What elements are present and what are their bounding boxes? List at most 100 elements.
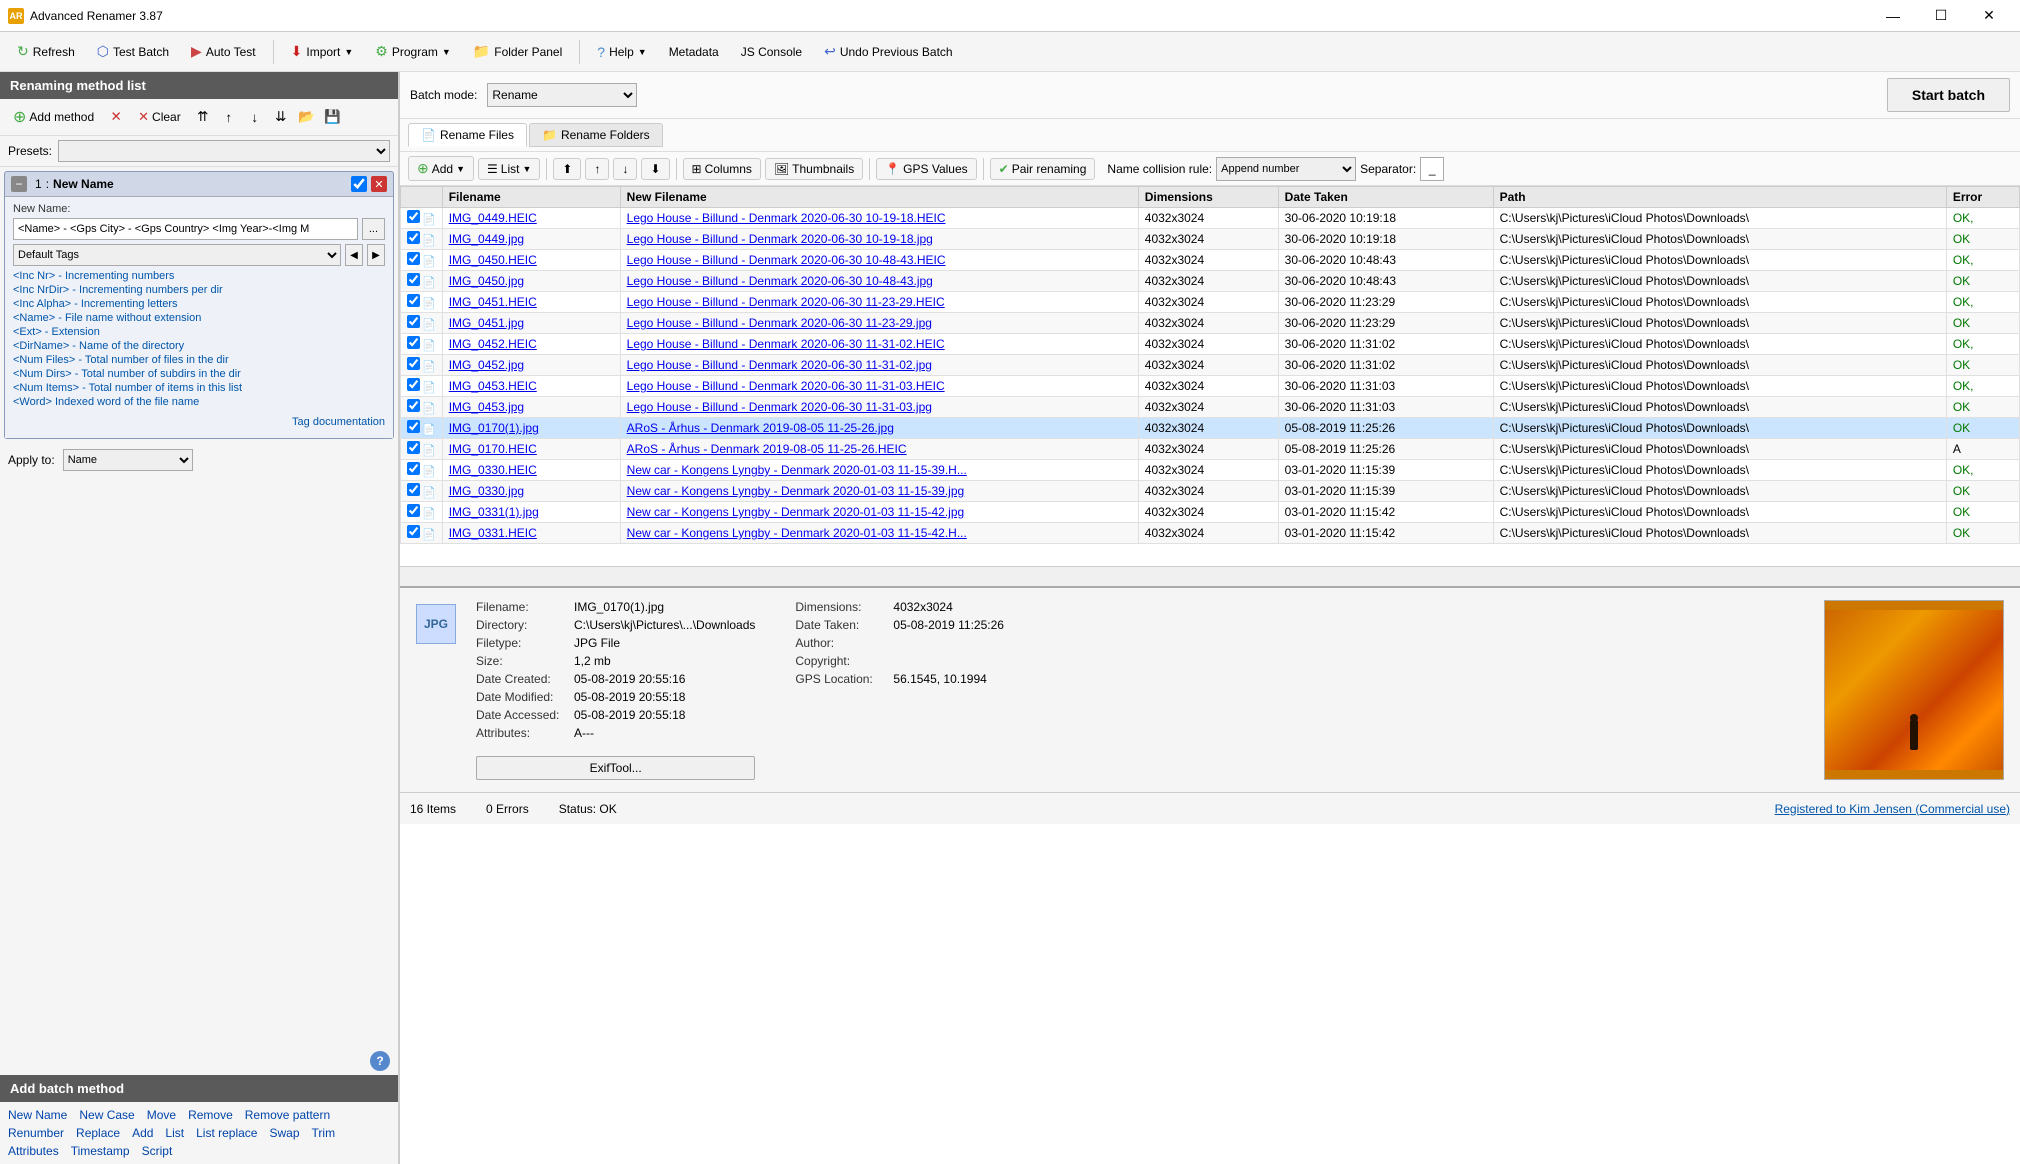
gps-values-button[interactable]: 📍 GPS Values	[876, 158, 976, 180]
move-bottom-button[interactable]: ⇊	[270, 106, 292, 128]
col-path[interactable]: Path	[1493, 187, 1946, 208]
table-row[interactable]: 📄IMG_0331.HEICNew car - Kongens Lyngby -…	[401, 523, 2020, 544]
row-filename[interactable]: IMG_0450.jpg	[442, 271, 620, 292]
delete-method-button[interactable]: ✕	[105, 106, 127, 128]
table-row[interactable]: 📄IMG_0449.jpgLego House - Billund - Denm…	[401, 229, 2020, 250]
new-name-input[interactable]	[13, 218, 358, 240]
batch-remove-pattern[interactable]: Remove pattern	[245, 1108, 330, 1122]
new-filename-link[interactable]: Lego House - Billund - Denmark 2020-06-3…	[627, 232, 933, 246]
batch-replace[interactable]: Replace	[76, 1126, 120, 1140]
tag-link-1[interactable]: <Inc NrDir> - Incrementing numbers per d…	[13, 284, 385, 296]
move-up-button[interactable]: ↑	[218, 106, 240, 128]
new-filename-link[interactable]: Lego House - Billund - Denmark 2020-06-3…	[627, 400, 932, 414]
thumbnails-button[interactable]: 🖼 Thumbnails	[765, 158, 863, 180]
filename-link[interactable]: IMG_0451.jpg	[449, 316, 524, 330]
registered-link[interactable]: Registered to Kim Jensen (Commercial use…	[1775, 802, 2010, 816]
row-filename[interactable]: IMG_0453.jpg	[442, 397, 620, 418]
clear-button[interactable]: ✕ Clear	[131, 105, 188, 129]
row-filename[interactable]: IMG_0453.HEIC	[442, 376, 620, 397]
row-filename[interactable]: IMG_0450.HEIC	[442, 250, 620, 271]
tag-link-0[interactable]: <Inc Nr> - Incrementing numbers	[13, 270, 385, 282]
collision-select[interactable]: Append number Skip Overwrite	[1216, 157, 1356, 181]
tab-rename-folders[interactable]: 📁 Rename Folders	[529, 123, 663, 147]
exif-tool-button[interactable]: ExifTool...	[476, 756, 755, 780]
batch-list[interactable]: List	[165, 1126, 184, 1140]
batch-remove[interactable]: Remove	[188, 1108, 233, 1122]
row-filename[interactable]: IMG_0449.HEIC	[442, 208, 620, 229]
row-new-filename[interactable]: New car - Kongens Lyngby - Denmark 2020-…	[620, 481, 1138, 502]
move-top-button[interactable]: ⇈	[192, 106, 214, 128]
row-checkbox[interactable]	[407, 462, 420, 475]
tag-link-2[interactable]: <Inc Alpha> - Incrementing letters	[13, 298, 385, 310]
row-checkbox[interactable]	[407, 231, 420, 244]
batch-attributes[interactable]: Attributes	[8, 1144, 59, 1158]
row-filename[interactable]: IMG_0451.jpg	[442, 313, 620, 334]
batch-script[interactable]: Script	[142, 1144, 173, 1158]
tag-documentation-link[interactable]: Tag documentation	[13, 416, 385, 428]
move-top-button[interactable]: ⬆	[553, 158, 581, 180]
maximize-button[interactable]: ☐	[1918, 1, 1964, 31]
new-name-menu-button[interactable]: ...	[362, 218, 385, 240]
row-checkbox[interactable]	[407, 420, 420, 433]
filename-link[interactable]: IMG_0330.HEIC	[449, 463, 537, 477]
row-filename[interactable]: IMG_0452.HEIC	[442, 334, 620, 355]
batch-new-case[interactable]: New Case	[79, 1108, 134, 1122]
new-filename-link[interactable]: New car - Kongens Lyngby - Denmark 2020-…	[627, 463, 967, 477]
undo-button[interactable]: ↩ Undo Previous Batch	[815, 39, 961, 64]
table-row[interactable]: 📄IMG_0450.HEICLego House - Billund - Den…	[401, 250, 2020, 271]
filename-link[interactable]: IMG_0450.jpg	[449, 274, 524, 288]
metadata-button[interactable]: Metadata	[660, 41, 728, 63]
start-batch-button[interactable]: Start batch	[1887, 78, 2010, 112]
row-checkbox[interactable]	[407, 504, 420, 517]
filename-link[interactable]: IMG_0331.HEIC	[449, 526, 537, 540]
row-checkbox[interactable]	[407, 315, 420, 328]
new-filename-link[interactable]: Lego House - Billund - Denmark 2020-06-3…	[627, 295, 945, 309]
pair-renaming-button[interactable]: ✔ Pair renaming	[990, 158, 1096, 180]
row-checkbox[interactable]	[407, 525, 420, 538]
row-new-filename[interactable]: Lego House - Billund - Denmark 2020-06-3…	[620, 271, 1138, 292]
new-filename-link[interactable]: New car - Kongens Lyngby - Denmark 2020-…	[627, 526, 967, 540]
tag-link-7[interactable]: <Num Dirs> - Total number of subdirs in …	[13, 368, 385, 380]
filename-link[interactable]: IMG_0450.HEIC	[449, 253, 537, 267]
row-filename[interactable]: IMG_0170.HEIC	[442, 439, 620, 460]
row-new-filename[interactable]: Lego House - Billund - Denmark 2020-06-3…	[620, 229, 1138, 250]
row-new-filename[interactable]: Lego House - Billund - Denmark 2020-06-3…	[620, 376, 1138, 397]
filename-link[interactable]: IMG_0452.HEIC	[449, 337, 537, 351]
row-checkbox[interactable]	[407, 336, 420, 349]
tags-next-button[interactable]: ▶	[367, 244, 385, 266]
move-up-button2[interactable]: ↑	[585, 158, 609, 180]
row-new-filename[interactable]: Lego House - Billund - Denmark 2020-06-3…	[620, 208, 1138, 229]
tag-link-9[interactable]: <Word> Indexed word of the file name	[13, 396, 385, 408]
row-new-filename[interactable]: Lego House - Billund - Denmark 2020-06-3…	[620, 292, 1138, 313]
table-row[interactable]: 📄IMG_0330.jpgNew car - Kongens Lyngby - …	[401, 481, 2020, 502]
new-filename-link[interactable]: ARoS - Århus - Denmark 2019-08-05 11-25-…	[627, 442, 907, 456]
method-close-button[interactable]: ✕	[371, 176, 387, 192]
filename-link[interactable]: IMG_0451.HEIC	[449, 295, 537, 309]
row-checkbox[interactable]	[407, 378, 420, 391]
tags-prev-button[interactable]: ◀	[345, 244, 363, 266]
new-filename-link[interactable]: New car - Kongens Lyngby - Denmark 2020-…	[627, 484, 965, 498]
batch-trim[interactable]: Trim	[312, 1126, 336, 1140]
new-filename-link[interactable]: Lego House - Billund - Denmark 2020-06-3…	[627, 211, 946, 225]
help-button[interactable]: ? Help ▼	[588, 40, 655, 64]
row-filename[interactable]: IMG_0331.HEIC	[442, 523, 620, 544]
refresh-button[interactable]: ↻ Refresh	[8, 39, 84, 64]
tag-link-6[interactable]: <Num Files> - Total number of files in t…	[13, 354, 385, 366]
table-row[interactable]: 📄IMG_0170.HEICARoS - Århus - Denmark 201…	[401, 439, 2020, 460]
new-filename-link[interactable]: Lego House - Billund - Denmark 2020-06-3…	[627, 316, 932, 330]
row-checkbox[interactable]	[407, 273, 420, 286]
filename-link[interactable]: IMG_0331(1).jpg	[449, 505, 539, 519]
tags-select[interactable]: Default Tags	[13, 244, 341, 266]
add-files-button[interactable]: ⊕ Add ▼	[408, 156, 474, 181]
row-filename[interactable]: IMG_0451.HEIC	[442, 292, 620, 313]
row-checkbox[interactable]	[407, 210, 420, 223]
add-method-button[interactable]: ⊕ Add method	[6, 103, 101, 131]
table-row[interactable]: 📄IMG_0451.jpgLego House - Billund - Denm…	[401, 313, 2020, 334]
folder-panel-button[interactable]: 📁 Folder Panel	[464, 39, 571, 64]
save-preset-button[interactable]: 💾	[322, 106, 344, 128]
col-error[interactable]: Error	[1946, 187, 2019, 208]
move-down-button2[interactable]: ↓	[613, 158, 637, 180]
move-down-button[interactable]: ↓	[244, 106, 266, 128]
row-checkbox[interactable]	[407, 294, 420, 307]
minimize-button[interactable]: —	[1870, 1, 1916, 31]
